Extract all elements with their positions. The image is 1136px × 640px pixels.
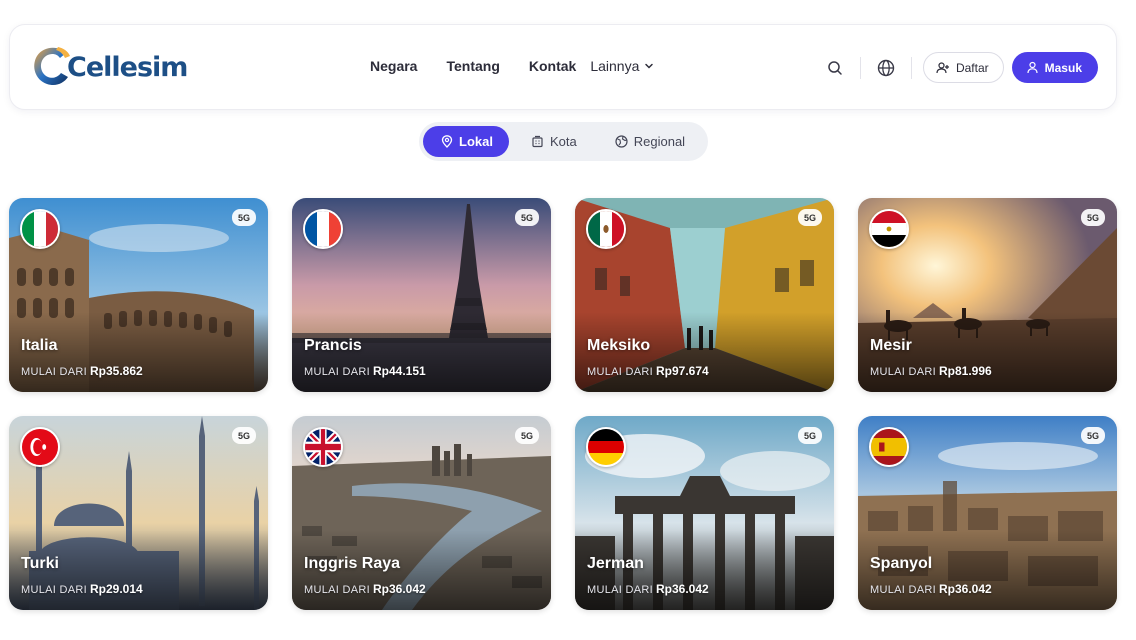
nav-divider bbox=[859, 56, 861, 79]
flag-spain-icon bbox=[869, 427, 909, 467]
top-navbar: Cellesim Negara Tentang Kontak Lainnya D… bbox=[9, 24, 1117, 110]
country-name: Turki bbox=[21, 555, 59, 572]
price-prefix: MULAI DARI bbox=[587, 366, 653, 378]
nav-divider bbox=[910, 56, 912, 79]
globe-region-icon bbox=[615, 135, 628, 148]
destination-card-meksiko[interactable]: 5G Meksiko MULAI DARI Rp97.674 bbox=[575, 198, 834, 392]
country-name: Jerman bbox=[587, 555, 644, 572]
destination-card-mesir[interactable]: 5G Mesir MULAI DARI Rp81.996 bbox=[858, 198, 1117, 392]
price-prefix: MULAI DARI bbox=[304, 584, 370, 596]
network-badge: 5G bbox=[797, 427, 822, 444]
language-button[interactable] bbox=[872, 54, 900, 82]
tab-label: Regional bbox=[633, 134, 686, 149]
destination-card-italia[interactable]: 5G Italia MULAI DARI Rp35.862 bbox=[9, 198, 268, 392]
price-value: Rp35.862 bbox=[89, 364, 143, 378]
nav-dropdown-lainnya[interactable]: Lainnya bbox=[590, 58, 654, 74]
search-icon bbox=[828, 60, 842, 75]
price-row: MULAI DARI Rp36.042 bbox=[870, 582, 992, 596]
tab-kota[interactable]: Kota bbox=[515, 126, 591, 157]
country-name: Spanyol bbox=[870, 555, 933, 572]
price-row: MULAI DARI Rp29.014 bbox=[21, 582, 143, 596]
flag-uk-icon bbox=[303, 427, 343, 467]
tab-regional[interactable]: Regional bbox=[601, 126, 699, 157]
destination-card-jerman[interactable]: 5G Jerman MULAI DARI Rp36.042 bbox=[575, 416, 834, 610]
price-prefix: MULAI DARI bbox=[21, 366, 87, 378]
network-badge: 5G bbox=[797, 209, 822, 226]
destination-card-turki[interactable]: 5G Turki MULAI DARI Rp29.014 bbox=[9, 416, 268, 610]
flag-france-icon bbox=[303, 209, 343, 249]
destination-card-inggris-raya[interactable]: 5G Inggris Raya MULAI DARI Rp36.042 bbox=[292, 416, 551, 610]
destination-card-prancis[interactable]: 5G Prancis MULAI DARI Rp44.151 bbox=[292, 198, 551, 392]
network-badge: 5G bbox=[231, 427, 256, 444]
nav-link-kontak[interactable]: Kontak bbox=[529, 58, 576, 74]
destination-card-spanyol[interactable]: 5G Spanyol MULAI DARI Rp36.042 bbox=[858, 416, 1117, 610]
price-prefix: MULAI DARI bbox=[304, 366, 370, 378]
map-pin-icon bbox=[441, 135, 453, 148]
nav-link-tentang[interactable]: Tentang bbox=[446, 58, 499, 74]
price-value: Rp36.042 bbox=[938, 582, 992, 596]
price-value: Rp36.042 bbox=[655, 582, 709, 596]
building-icon bbox=[532, 135, 543, 148]
network-badge: 5G bbox=[514, 427, 539, 444]
network-badge: 5G bbox=[1080, 209, 1105, 226]
price-value: Rp29.014 bbox=[89, 582, 143, 596]
flag-turkey-icon bbox=[20, 427, 60, 467]
price-prefix: MULAI DARI bbox=[870, 584, 936, 596]
price-prefix: MULAI DARI bbox=[587, 584, 653, 596]
flag-mexico-icon bbox=[586, 209, 626, 249]
price-row: MULAI DARI Rp36.042 bbox=[304, 582, 426, 596]
network-badge: 5G bbox=[514, 209, 539, 226]
price-prefix: MULAI DARI bbox=[21, 584, 87, 596]
country-name: Prancis bbox=[304, 337, 362, 354]
coverage-tabs: Lokal Kota Regional bbox=[419, 122, 708, 161]
register-button[interactable]: Daftar bbox=[922, 52, 1004, 83]
flag-italy-icon bbox=[20, 209, 60, 249]
login-label: Masuk bbox=[1044, 60, 1082, 75]
flag-germany-icon bbox=[586, 427, 626, 467]
brand-logo[interactable]: Cellesim bbox=[30, 43, 188, 89]
price-value: Rp97.674 bbox=[655, 364, 709, 378]
globe-icon bbox=[877, 59, 895, 76]
price-value: Rp44.151 bbox=[372, 364, 426, 378]
nav-actions: Daftar Masuk bbox=[821, 52, 1098, 83]
network-badge: 5G bbox=[1080, 427, 1105, 444]
nav-more-label: Lainnya bbox=[590, 58, 640, 74]
price-prefix: MULAI DARI bbox=[870, 366, 936, 378]
price-value: Rp81.996 bbox=[938, 364, 992, 378]
country-name: Meksiko bbox=[587, 337, 651, 354]
price-row: MULAI DARI Rp35.862 bbox=[21, 364, 143, 378]
nav-link-negara[interactable]: Negara bbox=[370, 58, 417, 74]
price-row: MULAI DARI Rp97.674 bbox=[587, 364, 709, 378]
login-button[interactable]: Masuk bbox=[1011, 52, 1098, 83]
user-plus-icon bbox=[936, 61, 949, 73]
flag-egypt-icon bbox=[869, 209, 909, 249]
main-nav: Negara Tentang Kontak Lainnya bbox=[370, 58, 654, 74]
price-value: Rp36.042 bbox=[372, 582, 426, 596]
price-row: MULAI DARI Rp81.996 bbox=[870, 364, 992, 378]
country-name: Mesir bbox=[870, 337, 912, 354]
price-row: MULAI DARI Rp44.151 bbox=[304, 364, 426, 378]
chevron-down-icon bbox=[645, 63, 654, 69]
country-name: Italia bbox=[21, 337, 58, 354]
brand-name: Cellesim bbox=[67, 51, 188, 83]
price-row: MULAI DARI Rp36.042 bbox=[587, 582, 709, 596]
register-label: Daftar bbox=[955, 60, 989, 75]
search-button[interactable] bbox=[821, 54, 849, 82]
tab-label: Kota bbox=[550, 134, 577, 149]
user-icon bbox=[1027, 61, 1038, 74]
country-name: Inggris Raya bbox=[304, 555, 401, 572]
tab-lokal[interactable]: Lokal bbox=[423, 126, 509, 157]
network-badge: 5G bbox=[231, 209, 256, 226]
tab-label: Lokal bbox=[459, 134, 493, 149]
